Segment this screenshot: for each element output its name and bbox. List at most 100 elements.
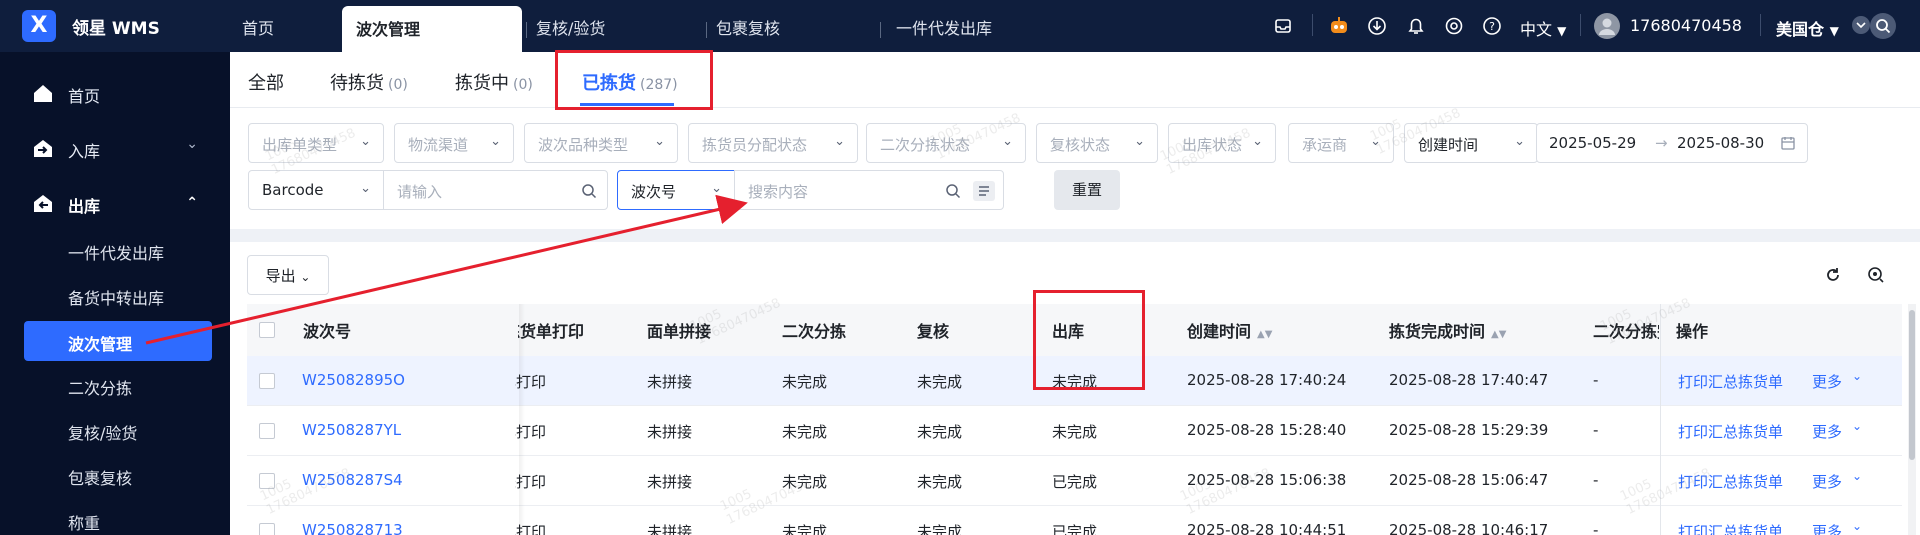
sidebar-label: 出库 — [68, 197, 101, 216]
inbox-icon[interactable] — [1272, 15, 1294, 37]
second-sort-done-cell: - — [1593, 471, 1599, 489]
user-phone[interactable]: 17680470458 — [1630, 16, 1742, 35]
label-merge-cell: 未拼接 — [647, 423, 693, 441]
chevron-down-icon: ⌄ — [360, 181, 371, 196]
bell-icon[interactable] — [1405, 15, 1427, 37]
date-type-select[interactable]: 创建时间 ⌄ — [1404, 123, 1538, 163]
filter-logistics-channel[interactable]: 物流渠道 ⌄ — [394, 123, 514, 163]
review-cell: 未完成 — [917, 423, 963, 441]
top-tab-wave[interactable]: 波次管理 — [342, 6, 522, 52]
export-button[interactable]: 导出 ⌄ — [247, 255, 329, 295]
fixed-column-shadow — [519, 304, 525, 535]
search-type-select[interactable]: 波次号 ⌄ — [617, 170, 735, 210]
sidebar-sub-label: 一件代发出库 — [68, 244, 165, 263]
warehouse-select[interactable]: 美国仓 ▼ — [1776, 16, 1839, 40]
sidebar-sub-package-review[interactable]: 包裹复核 — [24, 457, 212, 493]
filter-outbound-status[interactable]: 出库状态 ⌄ — [1168, 123, 1276, 163]
top-tab-home[interactable]: 首页 — [242, 0, 274, 52]
sidebar-item-home[interactable]: 首页 — [0, 73, 230, 113]
sidebar-sub-label: 复核/验货 — [68, 424, 138, 443]
sidebar-sub-weigh[interactable]: 称重 — [24, 502, 212, 535]
fixed-actions-column — [1660, 304, 1902, 535]
select-all-checkbox[interactable] — [259, 322, 275, 338]
refresh-icon[interactable] — [1824, 266, 1842, 284]
export-label: 导出 — [265, 267, 296, 285]
created-at-cell: 2025-08-28 15:06:38 — [1187, 471, 1347, 489]
wave-no-link[interactable]: W25082895O — [302, 371, 405, 389]
divider — [1760, 14, 1761, 36]
sidebar-sub-review[interactable]: 复核/验货 — [24, 412, 212, 448]
row-checkbox[interactable] — [259, 473, 275, 489]
barcode-input[interactable]: 请输入 — [383, 170, 608, 210]
sidebar-sub-label: 二次分拣 — [68, 379, 133, 398]
batch-search-icon[interactable] — [973, 181, 995, 201]
chevron-down-icon: ⌄ — [1370, 134, 1381, 149]
subtab-all[interactable]: 全部 — [248, 69, 284, 95]
row-checkbox[interactable] — [259, 373, 275, 389]
subtab-picking[interactable]: 拣货中 (0) — [455, 69, 533, 95]
second-sort-cell: 未完成 — [782, 473, 828, 491]
sidebar-sub-dropship[interactable]: 一件代发出库 — [24, 232, 212, 268]
filter-placeholder: 拣货员分配状态 — [702, 136, 808, 154]
top-tab-package-review[interactable]: 包裹复核 — [716, 0, 780, 52]
date-range-picker[interactable]: 2025-05-29 → 2025-08-30 — [1536, 123, 1808, 163]
sidebar-sub-label: 波次管理 — [68, 335, 133, 354]
search-icon[interactable] — [1870, 13, 1896, 39]
filter-wave-variety[interactable]: 波次品种类型 ⌄ — [524, 123, 678, 163]
reset-button[interactable]: 重置 — [1054, 170, 1120, 210]
col-picked-at[interactable]: 拣货完成时间 ▲▼ — [1389, 318, 1506, 342]
sidebar-sub-stock-transfer[interactable]: 备货中转出库 — [24, 277, 212, 313]
filter-outbound-type[interactable]: 出库单类型 ⌄ — [248, 123, 384, 163]
subtab-label: 待拣货 — [330, 73, 384, 94]
download-icon[interactable] — [1366, 15, 1388, 37]
chevron-down-icon[interactable] — [1850, 14, 1872, 36]
settings-icon[interactable] — [1443, 15, 1465, 37]
filter-placeholder: 二次分拣状态 — [880, 136, 971, 154]
row-checkbox[interactable] — [259, 523, 275, 535]
wave-no-link[interactable]: W2508287YL — [302, 421, 401, 439]
row-checkbox[interactable] — [259, 423, 275, 439]
subtab-pending[interactable]: 待拣货 (0) — [330, 69, 408, 95]
search-icon[interactable] — [581, 183, 597, 199]
review-cell: 未完成 — [917, 373, 963, 391]
filter-review-status[interactable]: 复核状态 ⌄ — [1036, 123, 1158, 163]
col-created-at[interactable]: 创建时间 ▲▼ — [1187, 318, 1272, 342]
sidebar: 首页 入库 ⌄ 出库 ⌃ 一件代发出库 备货中转出库 波次管理 二次分拣 复核/… — [0, 52, 230, 535]
language-select[interactable]: 中文 ▼ — [1520, 16, 1566, 40]
outbound-cell: 未完成 — [1052, 423, 1098, 441]
col-review: 复核 — [917, 322, 950, 341]
filter-placeholder: 复核状态 — [1050, 136, 1111, 154]
filter-picker-assign[interactable]: 拣货员分配状态 ⌄ — [688, 123, 858, 163]
tab-separator — [880, 22, 881, 38]
col-label: 拣货完成时间 — [1389, 322, 1486, 341]
tab-separator — [526, 22, 527, 38]
chevron-down-icon: ⌄ — [490, 134, 501, 149]
sidebar-item-outbound[interactable]: 出库 ⌃ — [0, 183, 230, 223]
sidebar-sub-wave[interactable]: 波次管理 — [24, 321, 212, 361]
search-content-input[interactable]: 搜索内容 — [734, 170, 1004, 210]
chevron-down-icon: ⌄ — [1252, 134, 1263, 149]
help-icon[interactable]: ? — [1481, 15, 1503, 37]
column-settings-icon[interactable] — [1866, 265, 1886, 285]
top-tab-review[interactable]: 复核/验货 — [536, 0, 605, 52]
avatar[interactable] — [1594, 13, 1620, 39]
search-icon[interactable] — [945, 183, 961, 199]
filter-second-sort[interactable]: 二次分拣状态 ⌄ — [866, 123, 1026, 163]
wave-no-link[interactable]: W2508287S4 — [302, 471, 403, 489]
brand-logo[interactable]: X — [22, 10, 56, 42]
label-merge-cell: 未拼接 — [647, 473, 693, 491]
top-tab-dropship[interactable]: 一件代发出库 — [896, 0, 992, 52]
robot-icon[interactable] — [1328, 15, 1350, 37]
picked-at-cell: 2025-08-28 15:06:47 — [1389, 471, 1549, 489]
col-label: 拣货单打印 — [518, 322, 585, 341]
wave-no-link[interactable]: W250828713 — [302, 521, 403, 535]
chevron-down-icon: ⌄ — [711, 181, 722, 196]
scrollbar-thumb[interactable] — [1909, 310, 1915, 460]
filter-carrier[interactable]: 承运商 ⌄ — [1288, 123, 1394, 163]
sidebar-item-inbound[interactable]: 入库 ⌄ — [0, 128, 230, 168]
annotation-box-outbound-col — [1033, 290, 1145, 390]
code-type-select[interactable]: Barcode ⌄ — [248, 170, 384, 210]
chevron-down-icon: ⌄ — [1134, 134, 1145, 149]
sidebar-sub-sorting[interactable]: 二次分拣 — [24, 367, 212, 403]
table-scrollbar[interactable] — [1908, 304, 1916, 535]
